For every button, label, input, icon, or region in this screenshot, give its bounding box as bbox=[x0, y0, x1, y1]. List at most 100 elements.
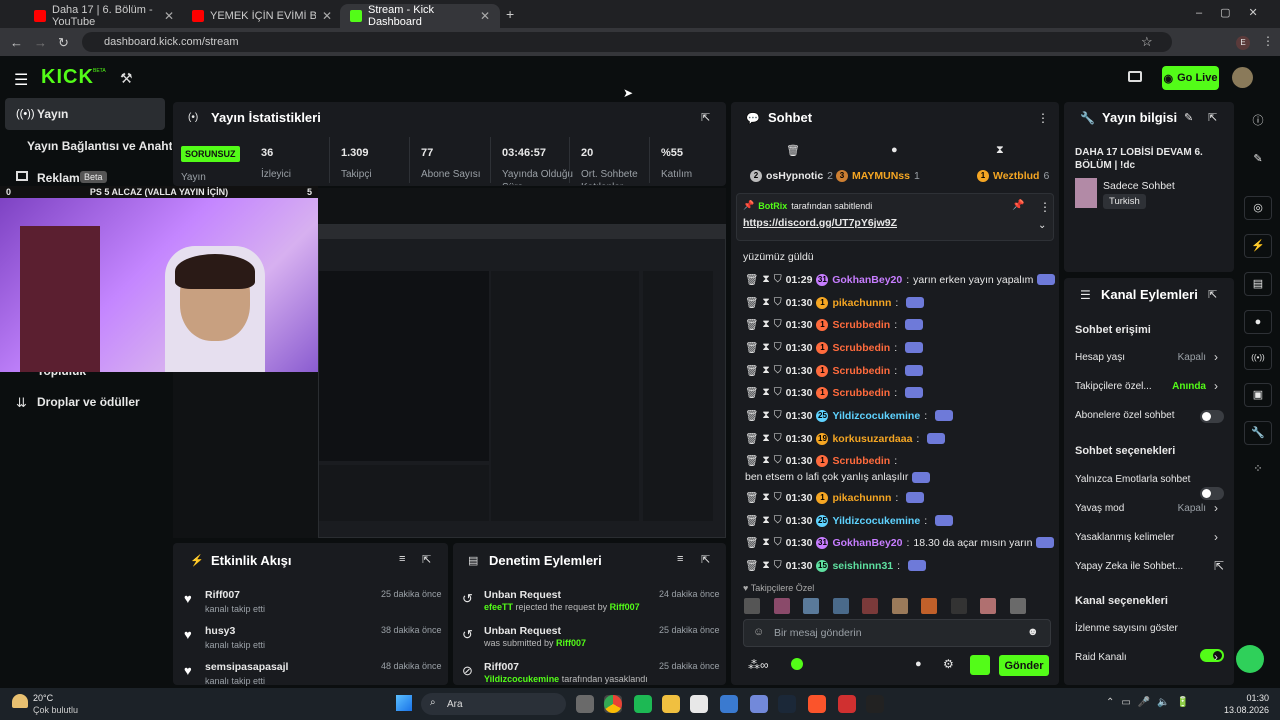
support-headset-button[interactable] bbox=[1236, 645, 1264, 673]
hourglass-icon[interactable]: ⧗ bbox=[762, 536, 769, 549]
chat-bubble-icon[interactable]: ● bbox=[891, 144, 898, 156]
send-button[interactable]: Gönder bbox=[999, 655, 1049, 676]
chat-username[interactable]: pikachunnn bbox=[832, 297, 891, 309]
hourglass-icon[interactable]: ⧗ bbox=[762, 454, 769, 467]
tab-youtube-1[interactable]: Daha 17 | 6. Bölüm - YouTube ✕ bbox=[24, 4, 184, 28]
chevron-right-icon[interactable]: › bbox=[1214, 530, 1218, 544]
chat-username[interactable]: Yildizcocukemine bbox=[832, 410, 920, 422]
info-icon[interactable]: ⓘ bbox=[1244, 110, 1272, 134]
url-input[interactable]: dashboard.kick.com/stream bbox=[82, 32, 1172, 52]
chat-username[interactable]: Scrubbedin bbox=[832, 342, 890, 354]
mod-user[interactable]: Riff007 bbox=[610, 602, 640, 612]
popout-icon[interactable]: ⇱ bbox=[701, 111, 710, 124]
list-icon[interactable]: ▤ bbox=[1244, 272, 1272, 296]
trash-icon[interactable]: 🗑 bbox=[745, 318, 758, 331]
kick-logo[interactable]: KICK bbox=[41, 66, 94, 89]
activity-user[interactable]: Riff007 bbox=[205, 589, 240, 601]
media-icon[interactable]: ▣ bbox=[1244, 383, 1272, 407]
hourglass-icon[interactable]: ⧗ bbox=[762, 409, 769, 422]
category-name[interactable]: Sadece Sohbet bbox=[1103, 180, 1175, 192]
emote-icon[interactable] bbox=[832, 598, 849, 614]
chevron-down-icon[interactable]: ⌄ bbox=[1038, 220, 1046, 231]
trash-icon[interactable]: 🗑 bbox=[786, 144, 800, 157]
activity-user[interactable]: husy3 bbox=[205, 625, 235, 637]
chat-username[interactable]: Scrubbedin bbox=[832, 319, 890, 331]
hourglass-icon[interactable]: ⧗ bbox=[762, 491, 769, 504]
browser-menu-icon[interactable]: ⋮ bbox=[1262, 34, 1274, 48]
chevron-right-icon[interactable]: › bbox=[1214, 350, 1218, 364]
pinned-link[interactable]: https://discord.gg/UT7pY6jw9Z bbox=[743, 217, 897, 229]
hourglass-icon[interactable]: ⧗ bbox=[996, 144, 1004, 157]
emote-icon[interactable] bbox=[950, 598, 967, 614]
emote-icon[interactable] bbox=[744, 598, 760, 614]
tab-youtube-2[interactable]: YEMEK İÇİN EVİMİ BASTILAR! E✕ bbox=[182, 4, 342, 28]
chat-username[interactable]: seishinnn31 bbox=[832, 560, 893, 572]
sidebar-item-stream-key[interactable]: Yayın Bağlantısı ve Anahtarı bbox=[27, 139, 172, 153]
trash-icon[interactable]: 🗑 bbox=[745, 341, 758, 354]
trash-icon[interactable]: 🗑 bbox=[745, 386, 758, 399]
close-icon[interactable]: ✕ bbox=[480, 9, 490, 23]
notepad-icon[interactable] bbox=[690, 695, 708, 713]
pencil-icon[interactable]: ✎ bbox=[1244, 148, 1272, 172]
top-user-1[interactable]: 2 osHypnotic 2 bbox=[750, 170, 833, 182]
brave-icon[interactable] bbox=[808, 695, 826, 713]
kick-emote-button[interactable] bbox=[970, 655, 990, 675]
mod-user[interactable]: Riff007 bbox=[556, 638, 586, 648]
external-link-icon[interactable]: ⇱ bbox=[1214, 559, 1224, 573]
chevron-right-icon[interactable]: › bbox=[1214, 650, 1218, 664]
steam-icon[interactable] bbox=[778, 695, 796, 713]
system-tray-icons[interactable]: ⌃▭🎤🔈🔋 bbox=[1106, 697, 1196, 708]
hourglass-icon[interactable]: ⧗ bbox=[762, 341, 769, 354]
emote-icon[interactable] bbox=[891, 598, 908, 614]
chat-username[interactable]: GokhanBey20 bbox=[832, 274, 902, 286]
widgets-icon[interactable] bbox=[576, 695, 594, 713]
popout-icon[interactable]: ⇱ bbox=[1208, 288, 1217, 301]
chat-username[interactable]: GokhanBey20 bbox=[832, 537, 902, 549]
sidebar-item-reklam[interactable]: Reklam bbox=[37, 171, 80, 185]
trash-icon[interactable]: 🗑 bbox=[745, 454, 758, 467]
chat-bubble-icon[interactable]: ● bbox=[915, 658, 922, 670]
emote-icon[interactable] bbox=[862, 598, 878, 614]
hourglass-icon[interactable]: ⧗ bbox=[762, 386, 769, 399]
hourglass-icon[interactable]: ⧗ bbox=[762, 364, 769, 377]
bookmark-star-icon[interactable]: ☆ bbox=[1141, 34, 1153, 50]
chat-username[interactable]: Scrubbedin bbox=[832, 455, 890, 467]
chat-username[interactable]: Scrubbedin bbox=[832, 365, 890, 377]
terminal-icon[interactable] bbox=[866, 695, 884, 713]
bolt-icon[interactable]: ⚡ bbox=[1244, 234, 1272, 258]
reload-icon[interactable]: ↻ bbox=[58, 35, 69, 51]
trash-icon[interactable]: 🗑 bbox=[745, 296, 758, 309]
hamburger-menu-icon[interactable]: ☰ bbox=[14, 70, 28, 90]
popout-icon[interactable]: ⇱ bbox=[1208, 111, 1217, 124]
sidebar-item-droplar[interactable]: Droplar ve ödüller bbox=[37, 395, 140, 409]
trash-icon[interactable]: 🗑 bbox=[745, 559, 758, 572]
chat-message-input[interactable]: Bir mesaj gönderin bbox=[743, 619, 1051, 647]
trash-icon[interactable]: 🗑 bbox=[745, 432, 758, 445]
chat-menu-icon[interactable]: ⋮ bbox=[1037, 111, 1049, 125]
setting-toggle[interactable] bbox=[1200, 410, 1224, 423]
setting-label[interactable]: Abonelere özel sohbet bbox=[1075, 410, 1175, 421]
setting-toggle[interactable] bbox=[1200, 487, 1224, 500]
tab-kick-dashboard[interactable]: Stream - Kick Dashboard ✕ bbox=[340, 4, 500, 28]
wrench-icon[interactable]: 🔧 bbox=[1244, 421, 1272, 445]
filter-icon[interactable]: ≡ bbox=[677, 553, 683, 565]
emote-icon[interactable] bbox=[1009, 598, 1026, 614]
trash-icon[interactable]: 🗑 bbox=[745, 491, 758, 504]
setting-label[interactable]: Raid Kanalı bbox=[1075, 652, 1127, 663]
mod-user[interactable]: efeeTT bbox=[484, 602, 513, 612]
forward-icon[interactable]: → bbox=[34, 35, 47, 50]
hourglass-icon[interactable]: ⧗ bbox=[762, 296, 769, 309]
trash-icon[interactable]: 🗑 bbox=[745, 409, 758, 422]
windows-start-icon[interactable] bbox=[396, 695, 412, 711]
emote-icon[interactable] bbox=[773, 598, 790, 614]
setting-label[interactable]: Yalnızca Emotlarla sohbet bbox=[1075, 474, 1190, 485]
trash-icon[interactable]: 🗑 bbox=[745, 273, 758, 286]
trash-icon[interactable]: 🗑 bbox=[745, 514, 758, 527]
network-icon[interactable] bbox=[720, 695, 738, 713]
trash-icon[interactable]: 🗑 bbox=[745, 536, 758, 549]
spotify-icon[interactable] bbox=[634, 695, 652, 713]
new-tab-button[interactable]: + bbox=[506, 6, 514, 22]
file-explorer-icon[interactable] bbox=[662, 695, 680, 713]
popout-icon[interactable]: ⇱ bbox=[422, 553, 431, 566]
settings-gear-icon[interactable]: ⚙ bbox=[943, 657, 954, 671]
